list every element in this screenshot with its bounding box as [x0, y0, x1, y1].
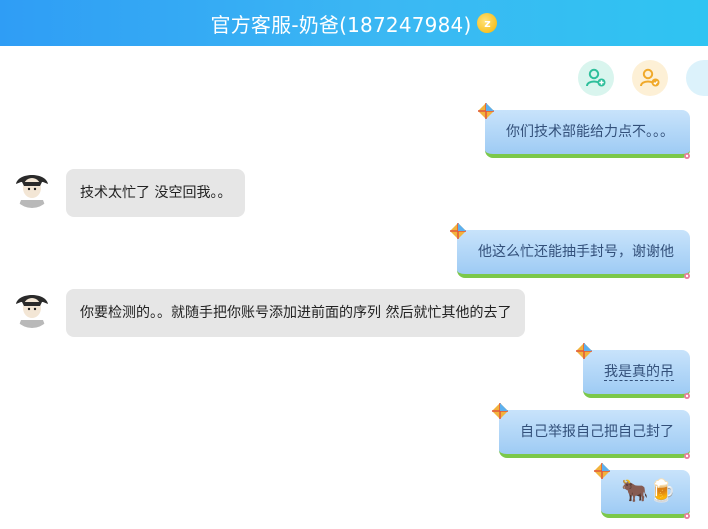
add-friend-icon[interactable] [578, 60, 614, 96]
kite-icon [594, 463, 611, 479]
avatar[interactable] [12, 288, 52, 328]
message-text: 你们技术部能给力点不。。。 [506, 124, 674, 140]
message-bubble-sent[interactable]: 🐂🍺 [594, 463, 690, 519]
vip-badge-icon[interactable]: z [477, 13, 498, 33]
message-bubble-sent[interactable]: 你们技术部能给力点不。。。 [478, 103, 690, 159]
chat-toolbar [578, 60, 708, 96]
message-bubble-sent[interactable]: 他这么忙还能抽手封号，谢谢他 [450, 223, 690, 279]
message-bubble-sent[interactable]: 自己举报自己把自己封了 [492, 403, 690, 459]
kite-icon [576, 343, 592, 359]
emoji-message-text: 🐂🍺 [621, 479, 676, 504]
message-text: 自己举报自己把自己封了 [520, 424, 674, 440]
group-add-icon[interactable] [632, 60, 668, 96]
kite-icon [478, 103, 494, 119]
message-bubble-sent[interactable]: 我是真的吊 [576, 343, 690, 399]
kite-icon [492, 403, 508, 419]
message-text: 你要检测的。。就随手把你账号添加进前面的序列 然后就忙其他的去了 [80, 305, 512, 321]
flower-icon [684, 513, 690, 519]
avatar[interactable] [12, 168, 52, 208]
flower-icon [684, 453, 690, 459]
message-text: 我是真的吊 [604, 364, 674, 381]
chat-area[interactable]: 你们技术部能给力点不。。。 技术太忙了 没空回我。。 他这么忙还能抽手封号，谢谢… [0, 46, 708, 529]
kite-icon [450, 223, 466, 239]
flower-icon [684, 273, 690, 279]
more-icon[interactable] [686, 60, 708, 96]
flower-icon [684, 393, 690, 399]
message-text: 技术太忙了 没空回我。。 [80, 185, 232, 201]
flower-icon [684, 153, 690, 159]
message-text: 他这么忙还能抽手封号，谢谢他 [478, 244, 674, 260]
message-bubble-received[interactable]: 技术太忙了 没空回我。。 [66, 169, 246, 217]
message-bubble-received[interactable]: 你要检测的。。就随手把你账号添加进前面的序列 然后就忙其他的去了 [66, 289, 526, 337]
title-bar: 官方客服-奶爸(187247984) z [0, 0, 708, 46]
chat-title: 官方客服-奶爸(187247984) [210, 12, 472, 37]
